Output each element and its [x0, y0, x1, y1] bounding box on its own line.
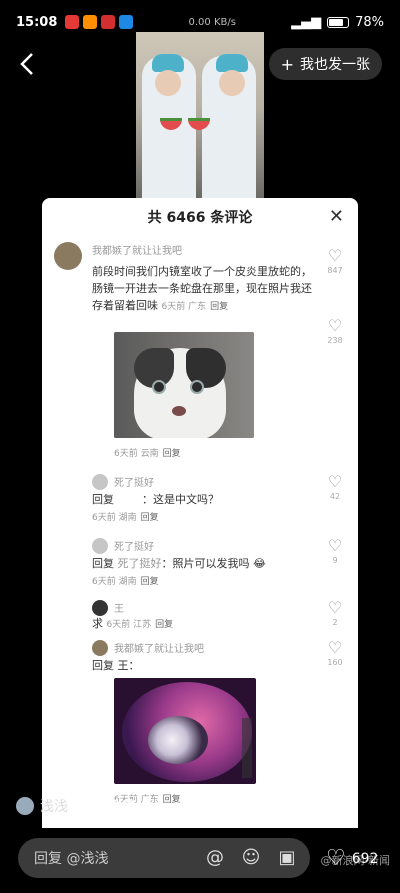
- comment-meta: 6天前 湖南 回复: [92, 577, 159, 587]
- reply-link[interactable]: 回复: [155, 620, 173, 630]
- like-button[interactable]: ♡ 42: [324, 472, 346, 502]
- comment-item[interactable]: 我都嫉了就让让我吧 回复 王： ♡ 160: [92, 640, 346, 674]
- heart-icon: ♡: [327, 598, 343, 617]
- reply-placeholder: 回复 @浅浅: [34, 851, 109, 867]
- comment-username[interactable]: 死了挺好: [114, 474, 346, 489]
- heart-icon: ♡: [327, 316, 343, 335]
- comment-text: 回复 死了挺好：照片可以发我吗 😂: [92, 557, 266, 570]
- post-photo-button[interactable]: + 我也发一张: [268, 48, 382, 80]
- avatar[interactable]: [92, 474, 108, 490]
- comment-panel-header: 共 6466 条评论 ✕: [42, 198, 358, 236]
- comment-image-cat[interactable]: [114, 332, 254, 438]
- floating-danmaku: 浅浅： 滑到底: [16, 796, 136, 816]
- network-speed: 0.00 KB/s: [188, 16, 236, 28]
- like-button[interactable]: ♡ 2: [324, 598, 346, 628]
- reply-link[interactable]: 回复: [141, 577, 159, 587]
- like-count: 238: [327, 336, 343, 345]
- app-icon: [83, 15, 98, 29]
- comment-text: 回复 ：这是中文吗？: [92, 493, 219, 506]
- plus-icon: +: [280, 54, 294, 74]
- avatar: [16, 797, 34, 815]
- comment-item[interactable]: 我都嫉了就让让我吧 前段时间我们内镜室收了一个皮炎里放蛇的，肠镜一开进去一条蛇盘…: [54, 242, 346, 316]
- app-icon: [119, 15, 134, 29]
- comment-count-title: 共 6466 条评论: [147, 210, 253, 226]
- like-button[interactable]: ♡ 847: [324, 246, 346, 276]
- signal-icon: ▂▄▆: [291, 14, 322, 30]
- mention-icon[interactable]: @: [204, 847, 226, 869]
- comment-username[interactable]: 死了挺好: [114, 538, 346, 553]
- battery-level: 78%: [355, 14, 384, 30]
- like-count: 160: [327, 658, 343, 667]
- reply-link[interactable]: 回复: [210, 302, 228, 312]
- like-button[interactable]: ♡ 238: [324, 316, 346, 346]
- heart-icon: ♡: [327, 246, 343, 265]
- emoji-icon: 😂: [253, 557, 266, 570]
- post-photo-label: 我也发一张: [300, 57, 370, 73]
- avatar[interactable]: [92, 600, 108, 616]
- notification-icons: [65, 15, 134, 29]
- comment-meta: 6天前 湖南 回复: [92, 513, 159, 523]
- comment-meta: 6天前 云南 回复: [114, 449, 181, 459]
- reply-link[interactable]: 回复: [163, 449, 181, 459]
- image-icon[interactable]: ▣: [276, 847, 298, 869]
- comment-panel: 共 6466 条评论 ✕ 我都嫉了就让让我吧 前段时间我们内镜室收了一个皮炎里放…: [42, 198, 358, 828]
- app-icon: [101, 15, 116, 29]
- battery-icon: [327, 16, 350, 28]
- back-arrow-icon[interactable]: [14, 50, 42, 78]
- comment-item[interactable]: 死了挺好 回复 ：这是中文吗？ 6天前 湖南 回复 ♡ 42: [92, 474, 346, 523]
- comment-item[interactable]: 死了挺好 回复 死了挺好：照片可以发我吗 😂 6天前 湖南 回复 ♡ 9: [92, 538, 346, 587]
- heart-icon: ♡: [327, 536, 343, 555]
- status-time: 15:08: [16, 14, 58, 30]
- comment-text: 前段时间我们内镜室收了一个皮炎里放蛇的，肠镜一开进去一条蛇盘在那里，现在照片我还…: [92, 265, 312, 312]
- emoji-icon[interactable]: ☺: [240, 847, 262, 869]
- comment-image-endoscopy[interactable]: [114, 678, 256, 784]
- post-photo[interactable]: [136, 32, 264, 198]
- comment-username[interactable]: 王: [114, 600, 346, 615]
- comment-username[interactable]: 我都嫉了就让让我吧: [114, 640, 346, 655]
- app-icon: [65, 15, 80, 29]
- reply-link[interactable]: 回复: [163, 795, 181, 805]
- like-count: 2: [332, 618, 338, 627]
- reply-input[interactable]: 回复 @浅浅 @ ☺ ▣: [18, 838, 310, 878]
- avatar[interactable]: [92, 640, 108, 656]
- like-button[interactable]: ♡ 160: [324, 638, 346, 668]
- like-count: 42: [329, 492, 341, 501]
- heart-icon: ♡: [327, 472, 343, 491]
- heart-icon: ♡: [327, 638, 343, 657]
- like-count: 847: [327, 266, 343, 275]
- comment-text: 求 6天前 江苏 回复: [92, 617, 174, 630]
- comment-item[interactable]: 王 求 6天前 江苏 回复 ♡ 2: [92, 600, 346, 634]
- avatar[interactable]: [54, 242, 82, 270]
- like-count: 9: [332, 556, 338, 565]
- reply-link[interactable]: 回复: [141, 513, 159, 523]
- watermark: @新浪网·新闻: [320, 854, 391, 867]
- avatar[interactable]: [92, 538, 108, 554]
- like-button[interactable]: ♡ 9: [324, 536, 346, 566]
- comment-username[interactable]: 我都嫉了就让让我吧: [92, 242, 320, 257]
- close-icon[interactable]: ✕: [329, 206, 344, 227]
- comment-text: 回复 王：: [92, 659, 140, 672]
